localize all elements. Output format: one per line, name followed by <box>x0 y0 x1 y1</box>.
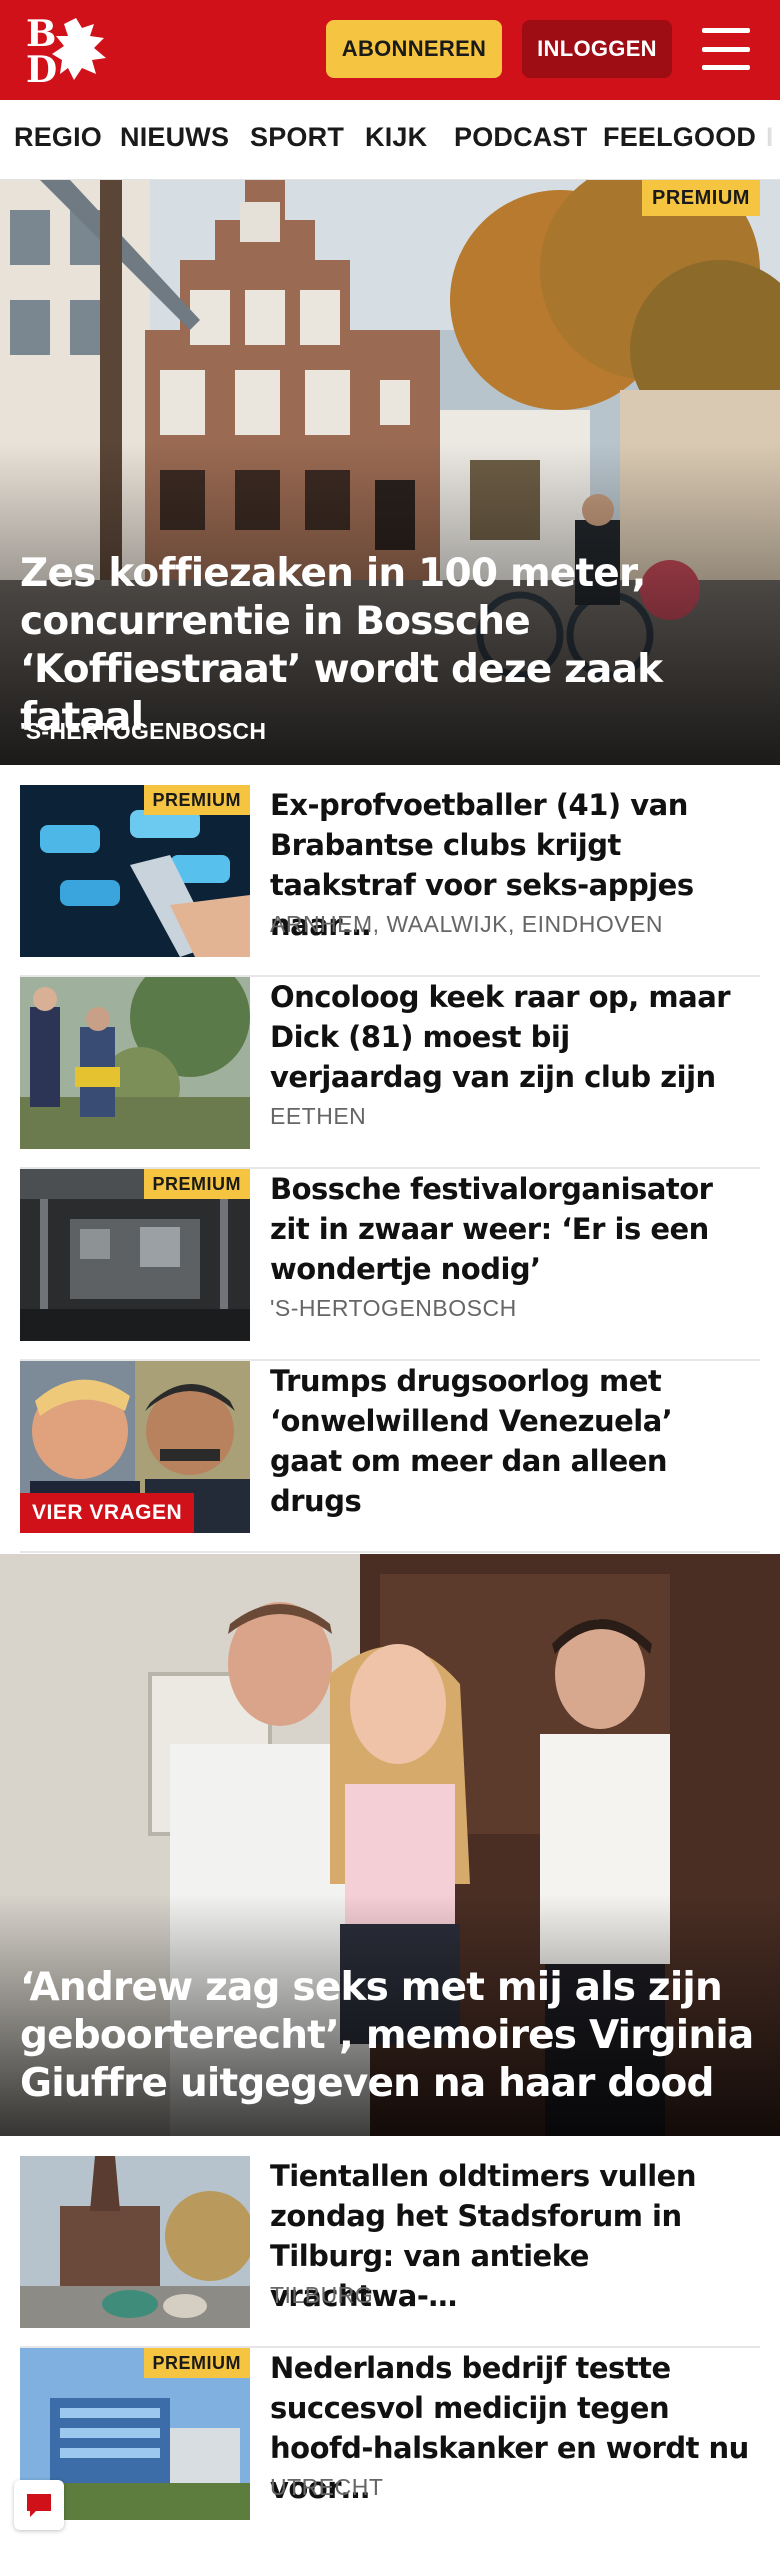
premium-badge: PREMIUM <box>143 2348 250 2378</box>
nav-item-nieuws[interactable]: NIEUWS <box>120 122 229 153</box>
premium-badge: PREMIUM <box>143 785 250 815</box>
hero-location: 'S-HERTOGENBOSCH <box>20 718 267 744</box>
hero-article[interactable]: PREMIUM Zes koffiezaken in 100 meter, co… <box>0 180 780 765</box>
article-thumbnail: PREMIUM <box>20 1169 250 1341</box>
bd-logo[interactable]: B D <box>24 13 114 91</box>
nav-item-feelgood[interactable]: FEELGOOD <box>603 122 756 153</box>
chat-bubble-icon[interactable] <box>14 2480 64 2530</box>
nav-item-sport[interactable]: SPORT <box>250 122 344 153</box>
nav-item-podcast[interactable]: PODCAST <box>454 122 587 153</box>
article-row[interactable]: PREMIUM Bossche festivalorganisator zit … <box>20 1169 760 1361</box>
login-button[interactable]: INLOGGEN <box>522 20 672 78</box>
featured-article[interactable]: ‘Andrew zag seks met mij als zijn geboor… <box>0 1554 780 2136</box>
article-thumbnail: VIER VRAGEN <box>20 1361 250 1533</box>
subscribe-button[interactable]: ABONNEREN <box>326 20 502 78</box>
site-header: B D ABONNEREN INLOGGEN <box>0 0 780 100</box>
article-headline[interactable]: Oncoloog keek raar op, maar Dick (81) mo… <box>270 977 750 1097</box>
article-location: ARNHEM, WAALWIJK, EINDHOVEN <box>270 911 664 937</box>
nav-item-kijk[interactable]: KIJK <box>365 122 427 153</box>
vier-vragen-badge: VIER VRAGEN <box>20 1493 195 1533</box>
article-row[interactable]: PREMIUM Ex-profvoetballer (41) van Braba… <box>20 785 760 977</box>
hamburger-menu-icon[interactable] <box>702 28 750 70</box>
article-row[interactable]: Oncoloog keek raar op, maar Dick (81) mo… <box>20 977 760 1169</box>
section-nav: REGIO NIEUWS SPORT KIJK PODCAST FEELGOOD… <box>0 100 780 180</box>
article-location: UTRECHT <box>270 2474 384 2500</box>
article-location: 'S-HERTOGENBOSCH <box>270 1295 517 1321</box>
premium-badge: PREMIUM <box>143 1169 250 1199</box>
article-location: EETHEN <box>270 1103 367 1129</box>
article-row[interactable]: PREMIUM Nederlands bedrijf testte succes… <box>20 2348 760 2540</box>
article-thumbnail <box>20 977 250 1149</box>
nav-item-regio[interactable]: REGIO <box>14 122 102 153</box>
article-thumbnail <box>20 2156 250 2328</box>
featured-headline[interactable]: ‘Andrew zag seks met mij als zijn geboor… <box>20 1964 770 2108</box>
article-thumbnail: PREMIUM <box>20 785 250 957</box>
article-location: TILBURG <box>270 2282 374 2308</box>
nav-fade <box>762 100 780 179</box>
article-row[interactable]: VIER VRAGEN Trumps drugsoorlog met ‘onwe… <box>20 1361 760 1553</box>
svg-text:D: D <box>26 49 57 86</box>
article-row[interactable]: Tientallen oldtimers vullen zondag het S… <box>20 2156 760 2348</box>
hero-headline[interactable]: Zes koffiezaken in 100 meter, concurrent… <box>20 550 765 742</box>
article-headline[interactable]: Trumps drugsoorlog met ‘onwelwillend Ven… <box>270 1361 750 1521</box>
premium-badge: PREMIUM <box>642 180 760 216</box>
article-headline[interactable]: Bossche festivalorganisator zit in zwaar… <box>270 1169 750 1289</box>
